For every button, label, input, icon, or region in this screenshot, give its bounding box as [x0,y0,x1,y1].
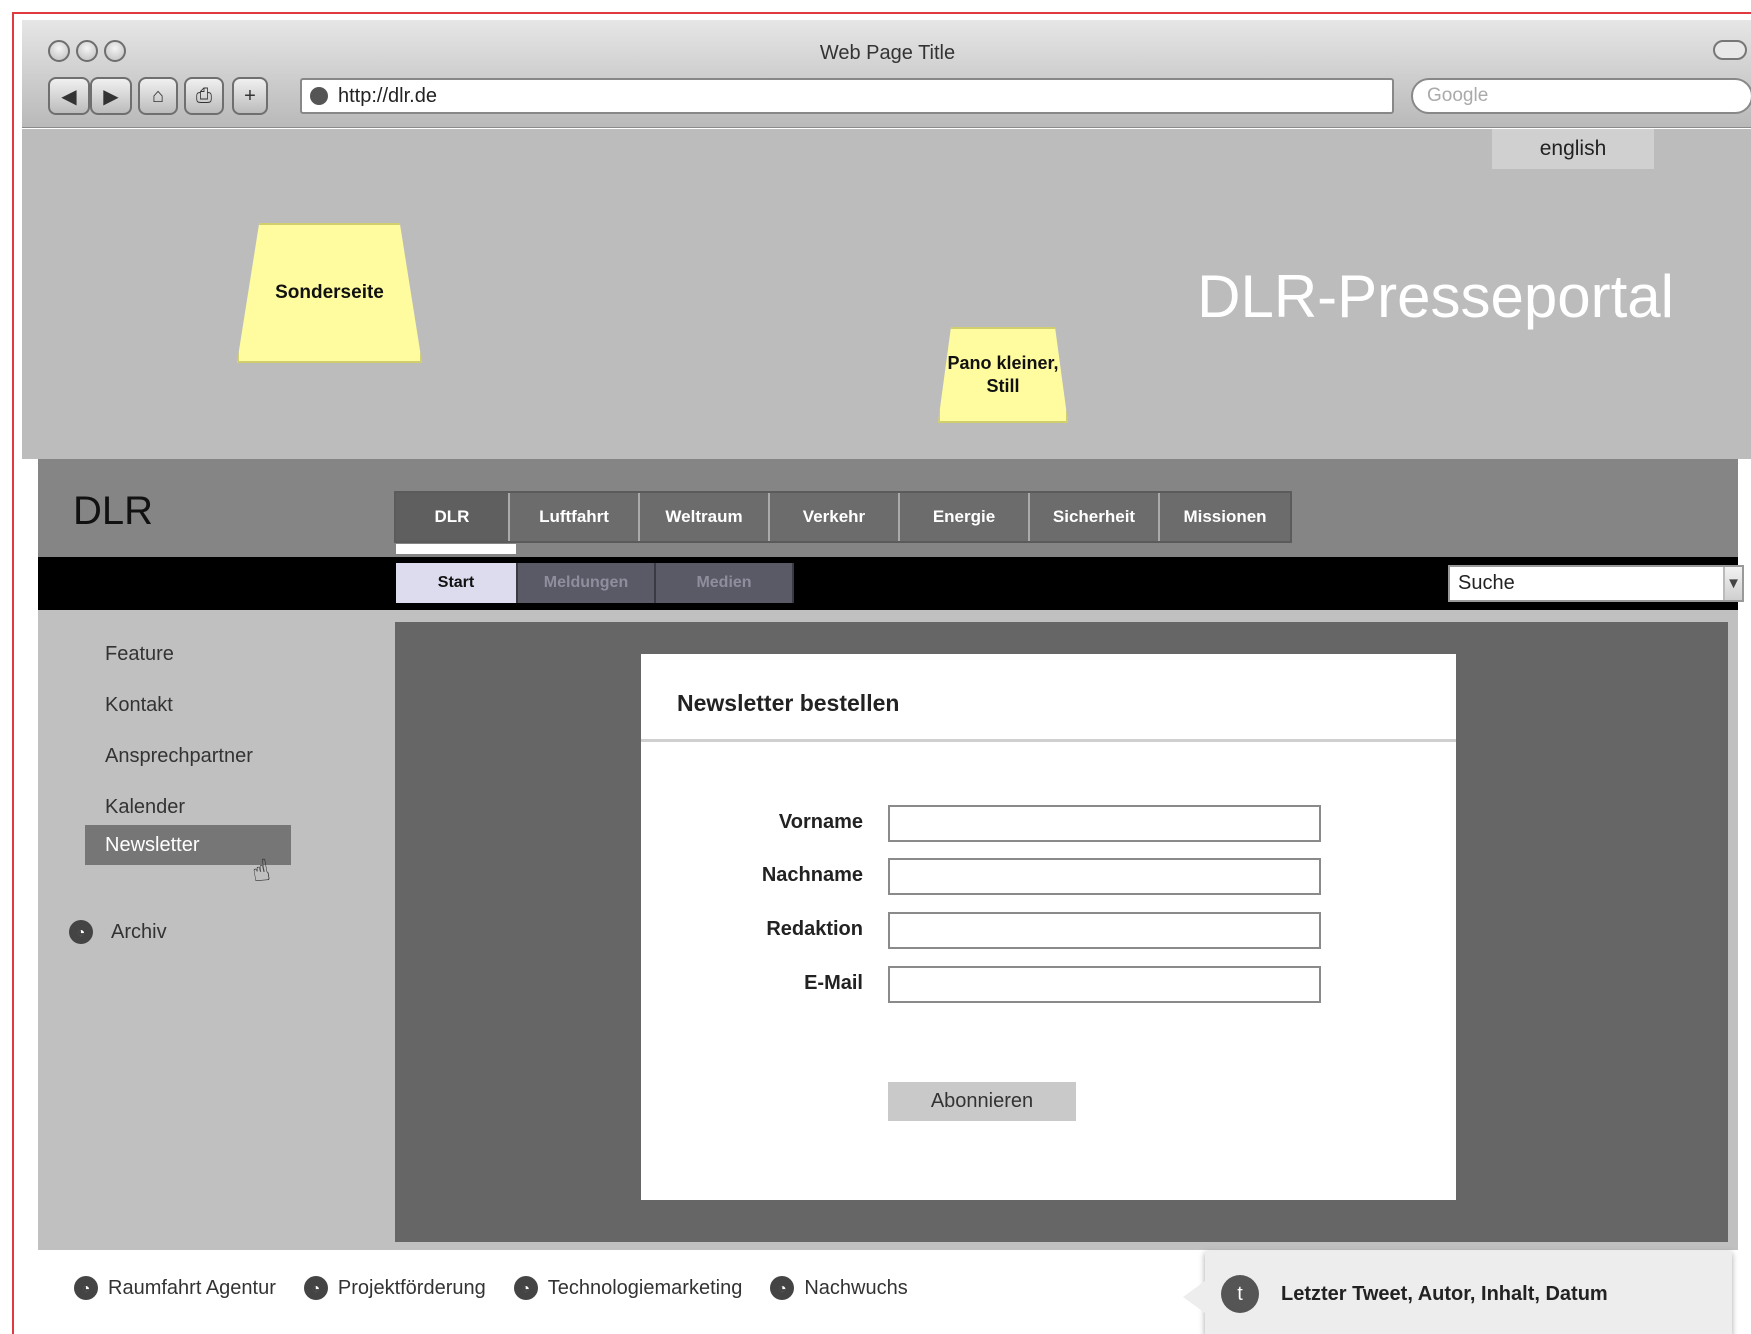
subscribe-button[interactable]: Abonnieren [888,1082,1076,1121]
redaktion-input[interactable] [888,912,1321,949]
sub-tabs: Start Meldungen Medien [396,563,794,603]
portal-title: DLR-Presseportal [1197,263,1674,330]
tab-verkehr[interactable]: Verkehr [770,493,900,541]
footer-link-label: Projektförderung [337,1276,486,1299]
card-divider [641,739,1456,742]
footer-link-label: Raumfahrt Agentur [108,1276,276,1299]
forward-button[interactable]: ▶ [90,77,132,115]
email-input[interactable] [888,966,1321,1003]
label-vorname: Vorname [778,811,863,833]
plus-icon: + [244,84,256,107]
print-icon: ⎙ [196,84,212,107]
site-search-dropdown-button[interactable]: ▼ [1723,567,1742,600]
browser-search-placeholder: Google [1427,85,1489,106]
newsletter-card: Newsletter bestellen Vorname Nachname Re… [641,654,1456,1200]
link-circle-icon: ◔ [513,1276,538,1300]
footer-link-raumfahrt-agentur[interactable]: ◔ Raumfahrt Agentur [74,1276,276,1300]
back-arrow-icon: ◀ [61,85,77,108]
tab-energie[interactable]: Energie [900,493,1030,541]
forward-arrow-icon: ▶ [103,85,119,108]
sticky-note-sonderseite: Sonderseite [237,223,422,363]
address-bar-url: http://dlr.de [338,84,437,107]
link-circle-icon: ◔ [770,1276,795,1300]
archive-link[interactable]: ◔ Archiv [69,920,167,944]
sticky-note-pano: Pano kleiner, Still [938,327,1068,423]
newsletter-title: Newsletter bestellen [677,690,900,716]
subtab-meldungen[interactable]: Meldungen [518,563,656,603]
sub-nav-bar: Start Meldungen Medien ▼ [38,557,1744,610]
toolbar-toggle-button[interactable] [1713,40,1747,60]
tab-weltraum[interactable]: Weltraum [640,493,770,541]
language-switch-link[interactable]: english [1492,129,1654,169]
footer-link-projektfoerderung[interactable]: ◔ Projektförderung [303,1276,486,1300]
subtab-medien[interactable]: Medien [656,563,794,603]
address-bar[interactable]: http://dlr.de [300,78,1394,114]
sidebar-item-ansprechpartner[interactable]: Ansprechpartner [85,736,291,776]
main-nav-band: DLR DLR Luftfahrt Weltraum Verkehr Energ… [38,459,1738,557]
page-header: english Sonderseite Pano kleiner, Still … [22,129,1751,459]
label-nachname: Nachname [761,864,863,886]
sidebar-item-kontakt[interactable]: Kontakt [85,685,291,725]
footer-link-label: Nachwuchs [804,1276,908,1299]
home-icon: ⌂ [151,84,165,107]
nachname-input[interactable] [888,858,1321,895]
sidebar-item-feature[interactable]: Feature [85,634,291,674]
home-button[interactable]: ⌂ [138,77,178,115]
site-search-box: ▼ [1448,565,1744,602]
site-search-input[interactable] [1450,567,1723,600]
main-tabs: DLR Luftfahrt Weltraum Verkehr Energie S… [394,491,1292,543]
back-button[interactable]: ◀ [48,77,90,115]
globe-icon [310,87,328,105]
window-title: Web Page Title [819,42,956,64]
tab-sicherheit[interactable]: Sicherheit [1030,493,1160,541]
link-circle-icon: ◔ [303,1276,328,1300]
tab-luftfahrt[interactable]: Luftfahrt [510,493,640,541]
archive-label: Archiv [111,920,167,943]
latest-tweet-bubble[interactable]: t Letzter Tweet, Autor, Inhalt, Datum [1183,1251,1732,1334]
chevron-down-icon: ▼ [1726,575,1741,592]
footer-link-label: Technologiemarketing [547,1276,743,1299]
archive-icon: ◔ [69,920,93,944]
link-circle-icon: ◔ [74,1276,98,1300]
tab-missionen[interactable]: Missionen [1160,493,1290,541]
brand-logo-text[interactable]: DLR [73,489,153,534]
vorname-input[interactable] [888,805,1321,842]
browser-chrome: Web Page Title ◀ ▶ ⌂ ⎙ + http://dlr.de G… [22,20,1751,128]
label-redaktion: Redaktion [766,918,863,940]
label-email: E-Mail [804,972,863,994]
tab-dlr[interactable]: DLR [396,493,510,541]
subtab-start[interactable]: Start [396,563,518,603]
footer-link-nachwuchs[interactable]: ◔ Nachwuchs [770,1276,908,1300]
footer-links: ◔ Raumfahrt Agentur ◔ Projektförderung ◔… [74,1276,908,1300]
sidebar-item-kalender[interactable]: Kalender [85,787,291,827]
print-button[interactable]: ⎙ [184,77,224,115]
tweet-text: Letzter Tweet, Autor, Inhalt, Datum [1281,1282,1608,1305]
footer-link-technologiemarketing[interactable]: ◔ Technologiemarketing [513,1276,743,1300]
twitter-icon: t [1221,1275,1259,1313]
active-tab-indicator [396,544,516,554]
browser-search-field[interactable]: Google [1411,78,1751,114]
page-frame: Web Page Title ◀ ▶ ⌂ ⎙ + http://dlr.de G… [12,12,1751,1334]
add-bookmark-button[interactable]: + [232,77,268,115]
